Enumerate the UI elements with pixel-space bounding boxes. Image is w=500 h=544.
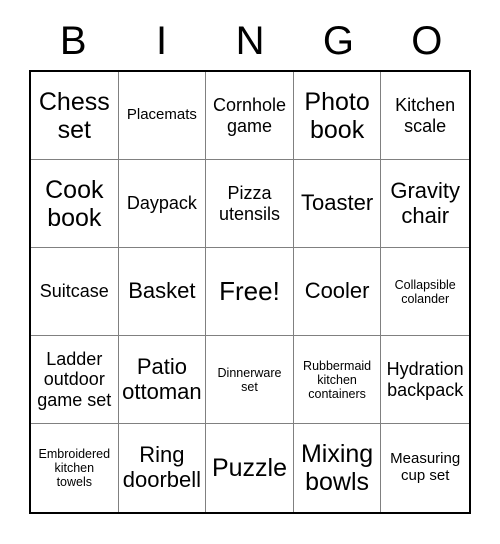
bingo-cell[interactable]: Gravity chair [381,160,469,248]
bingo-cell[interactable]: Rubbermaid kitchen containers [293,336,382,424]
bingo-cell-label: Photo book [304,87,370,144]
bingo-cell[interactable]: Collapsible colander [381,248,469,336]
bingo-cell[interactable]: Patio ottoman [118,336,207,424]
bingo-cell[interactable]: Cooler [293,248,382,336]
bingo-cell-label: Collapsible colander [394,277,456,306]
bingo-cell-label: Cook book [45,175,104,232]
bingo-cell[interactable]: Kitchen scale [381,72,469,160]
bingo-cell-label: Gravity chair [390,177,461,228]
bingo-cell[interactable]: Placemats [118,72,207,160]
bingo-cell[interactable]: Cornhole game [206,72,294,160]
bingo-cell[interactable]: Chess set [31,72,119,160]
bingo-grid: Chess set Placemats Cornhole game Photo book Ki… [29,70,471,514]
bingo-cell-label: Free! [219,275,280,306]
bingo-cell-label: Basket [128,278,196,304]
bingo-cell[interactable]: Ring doorbell [118,424,207,512]
bingo-cell-label: Dinnerware set [217,365,282,394]
bingo-cell[interactable]: Cook book [31,160,119,248]
bingo-cell[interactable]: Mixing bowls [293,424,382,512]
bingo-header-letter-i: I [156,19,168,63]
bingo-cell-label: Suitcase [39,281,109,302]
bingo-cell-label: Ladder outdoor game set [37,349,112,410]
bingo-cell[interactable]: Basket [118,248,207,336]
bingo-cell-label: Mixing bowls [300,440,374,496]
bingo-cell-label: Placemats [126,106,197,124]
bingo-cell[interactable]: Measuring cup set [381,424,469,512]
bingo-cell-label: Puzzle [211,454,288,482]
bingo-card: B I N G O Chess set Placemats Cornhole game Photo… [0,0,500,544]
bingo-header-letter-o: O [411,19,443,63]
bingo-cell[interactable]: Photo book [293,72,382,160]
bingo-cell-label: Hydration backpack [386,359,464,400]
bingo-cell-label: Ring doorbell [122,442,202,492]
bingo-cell[interactable]: Hydration backpack [381,336,469,424]
bingo-cell-label: Toaster [301,190,374,216]
bingo-cell-label: Cornhole game [212,95,287,136]
bingo-cell[interactable]: Ladder outdoor game set [31,336,119,424]
bingo-cell-label: Measuring cup set [390,450,461,484]
bingo-cell-free[interactable]: Free! [206,248,294,336]
bingo-cell-label: Kitchen scale [395,95,456,136]
bingo-header-letter-b: B [59,19,87,63]
bingo-cell[interactable]: Dinnerware set [206,336,294,424]
bingo-cell-label: Daypack [126,193,197,214]
bingo-cell[interactable]: Embroidered kitchen towels [31,424,119,512]
bingo-cell[interactable]: Pizza utensils [206,160,294,248]
bingo-cell-label: Cooler [304,278,370,304]
bingo-cell-label: Embroidered kitchen towels [38,447,111,489]
bingo-cell-label: Patio ottoman [122,353,202,404]
bingo-header-letter-g: G [322,19,354,63]
bingo-cell[interactable]: Toaster [293,160,382,248]
bingo-header: BINGO [29,12,471,70]
bingo-cell[interactable]: Daypack [118,160,207,248]
bingo-cell[interactable]: Puzzle [206,424,294,512]
bingo-cell-label: Pizza utensils [218,183,280,224]
bingo-cell[interactable]: Suitcase [31,248,119,336]
bingo-cell-label: Rubbermaid kitchen containers [303,358,372,401]
bingo-header-letter-n: N [235,19,265,63]
bingo-cell-label: Chess set [38,87,110,144]
